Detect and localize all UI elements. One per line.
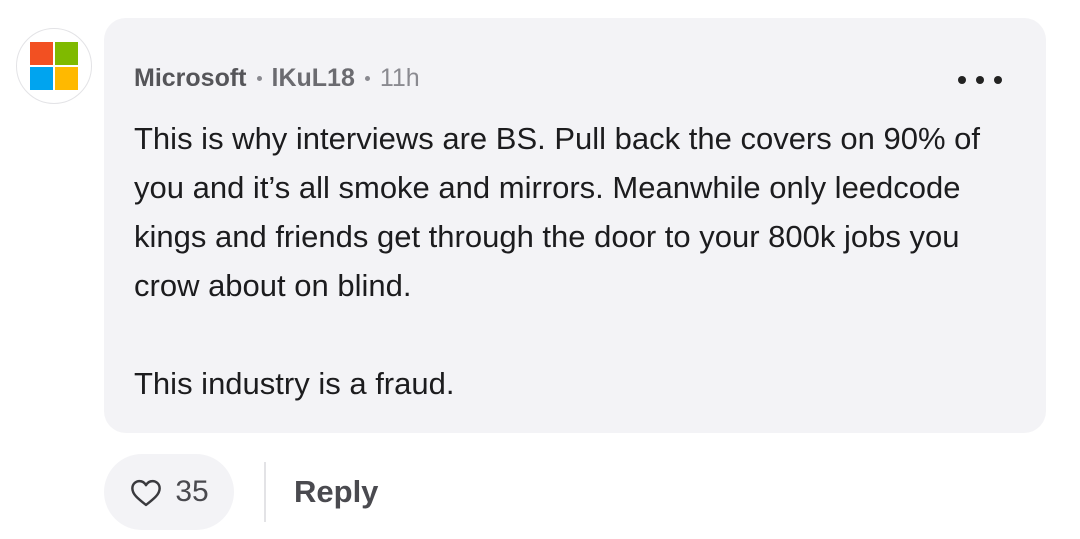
more-horizontal-icon xyxy=(976,76,984,84)
action-divider xyxy=(264,462,266,522)
more-options-button[interactable] xyxy=(958,66,1002,94)
microsoft-logo-icon xyxy=(30,42,78,90)
avatar[interactable] xyxy=(16,28,92,104)
logo-square-yellow xyxy=(55,67,78,90)
heart-icon xyxy=(131,479,162,507)
logo-square-blue xyxy=(30,67,53,90)
separator-dot xyxy=(364,76,370,81)
comment-paragraph: This industry is a fraud. xyxy=(134,366,455,401)
comment-bubble: Microsoft lKuL18 11h This is why intervi… xyxy=(104,18,1046,433)
separator-dot xyxy=(256,76,262,81)
like-button[interactable]: 35 xyxy=(104,454,234,530)
author-company[interactable]: Microsoft xyxy=(134,64,247,93)
comment-paragraph: This is why interviews are BS. Pull back… xyxy=(134,121,980,303)
comment-meta: Microsoft lKuL18 11h xyxy=(134,64,420,93)
more-horizontal-icon xyxy=(994,76,1002,84)
author-username[interactable]: lKuL18 xyxy=(272,64,355,93)
logo-square-red xyxy=(30,42,53,65)
like-count: 35 xyxy=(175,475,209,508)
comment-body: This is why interviews are BS. Pull back… xyxy=(134,114,1004,408)
logo-square-green xyxy=(55,42,78,65)
comment-timestamp: 11h xyxy=(379,64,420,92)
reply-button[interactable]: Reply xyxy=(294,474,378,510)
more-horizontal-icon xyxy=(958,76,966,84)
